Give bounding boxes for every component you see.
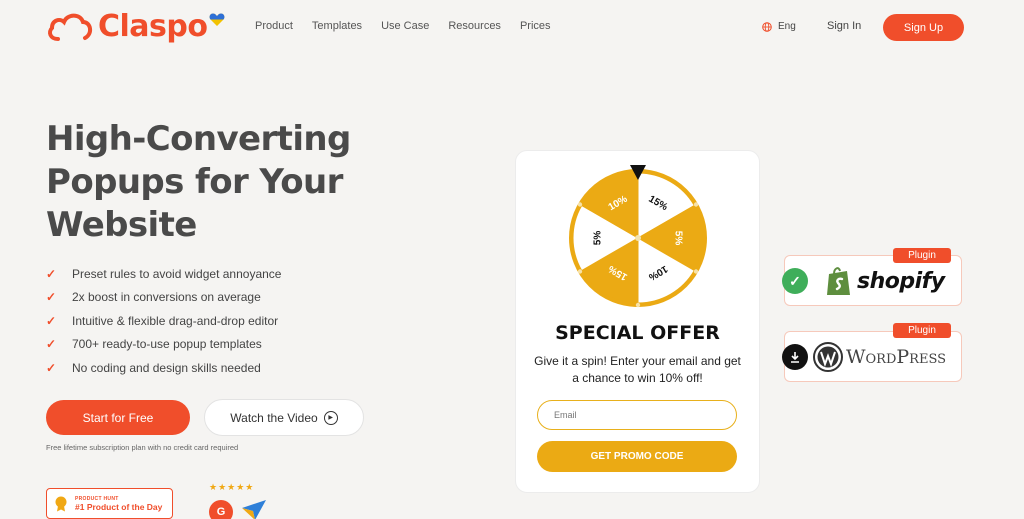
logo-text: Claspo [98, 9, 208, 44]
feature-text: Preset rules to avoid widget annoyance [72, 266, 282, 281]
shopify-bag-icon [827, 267, 850, 295]
check-icon: ✓ [46, 290, 57, 305]
feature-list: ✓ Preset rules to avoid widget annoyance … [46, 262, 281, 380]
main-nav: Product Templates Use Case Resources Pri… [255, 20, 570, 32]
offer-title: SPECIAL OFFER [555, 322, 720, 344]
offer-text: Give it a spin! Enter your email and get… [534, 354, 741, 385]
product-hunt-badge[interactable]: PRODUCT HUNT #1 Product of the Day [46, 488, 173, 519]
download-icon [782, 344, 808, 370]
product-hunt-text: PRODUCT HUNT #1 Product of the Day [75, 496, 162, 512]
check-icon: ✓ [46, 360, 57, 375]
subscription-note: Free lifetime subscription plan with no … [46, 443, 239, 452]
feature-item: ✓ Intuitive & flexible drag-and-drop edit… [46, 309, 281, 333]
plugin-tag: Plugin [893, 248, 951, 263]
feature-text: Intuitive & flexible drag-and-drop edito… [72, 313, 279, 328]
wheel-rim-dot [577, 269, 583, 274]
spin-wheel[interactable]: 15%5%10%15%5%10% [567, 165, 709, 310]
hero-title-line: Popups for Your [46, 162, 343, 202]
nav-resources[interactable]: Resources [448, 20, 501, 32]
product-hunt-title: #1 Product of the Day [75, 501, 163, 512]
sign-in-link[interactable]: Sign In [827, 20, 861, 32]
plugin-tag: Plugin [893, 323, 951, 338]
nav-use-case[interactable]: Use Case [381, 20, 429, 32]
wheel-segment-label: 5% [672, 231, 683, 246]
check-icon: ✓ [46, 337, 57, 352]
check-icon: ✓ [46, 266, 57, 281]
feature-text: 2x boost in conversions on average [72, 290, 261, 305]
nav-product[interactable]: Product [255, 20, 293, 32]
check-icon: ✓ [782, 268, 808, 294]
wheel-rim-dot [693, 269, 699, 274]
hero-title-line: Website [46, 205, 197, 245]
language-label: Eng [778, 21, 796, 32]
wordpress-logo-icon [813, 342, 843, 372]
get-promo-code-button[interactable]: GET PROMO CODE [537, 441, 737, 472]
language-selector[interactable]: Eng [762, 21, 796, 32]
check-icon: ✓ [46, 313, 57, 328]
globe-icon [762, 21, 772, 32]
logo[interactable]: Claspo [46, 9, 225, 44]
cloud-logo-icon [48, 13, 92, 41]
medal-icon [55, 496, 67, 511]
wheel-rim-dot [693, 202, 699, 207]
wheel-hub [635, 235, 641, 241]
email-input[interactable] [537, 400, 737, 430]
start-for-free-button[interactable]: Start for Free [46, 400, 190, 435]
feature-item: ✓ Preset rules to avoid widget annoyance [46, 262, 281, 286]
watch-video-label: Watch the Video [230, 410, 318, 425]
wheel-segment-label: 5% [593, 231, 604, 246]
hero-title: High-Converting Popups for Your Website [46, 118, 406, 247]
rating-stars: ★★★★★ [209, 482, 255, 492]
wheel-rim-dot [635, 302, 641, 308]
heart-flag-icon [209, 13, 224, 26]
play-icon: ▶ [323, 410, 338, 425]
feature-text: No coding and design skills needed [72, 360, 261, 375]
hero-title-line: High-Converting [46, 119, 351, 159]
feature-text: 700+ ready-to-use popup templates [72, 337, 262, 352]
feature-item: ✓ 2x boost in conversions on average [46, 286, 281, 310]
sign-up-button[interactable]: Sign Up [883, 14, 964, 41]
download-arrow-icon [791, 352, 799, 363]
shopify-wordmark: shopify [857, 269, 945, 294]
feature-item: ✓ 700+ ready-to-use popup templates [46, 333, 281, 357]
wheel-rim-dot [577, 202, 583, 207]
g2-logo-icon: G [209, 500, 233, 519]
wordpress-card[interactable]: WordPress [784, 331, 962, 382]
watch-video-button[interactable]: Watch the Video ▶ [204, 399, 364, 436]
nav-templates[interactable]: Templates [312, 20, 362, 32]
wordpress-wordmark: WordPress [846, 346, 947, 368]
capterra-logo-icon [242, 500, 266, 519]
header: Claspo Product Templates Use Case Resour… [0, 0, 1024, 55]
feature-item: ✓ No coding and design skills needed [46, 356, 281, 380]
nav-prices[interactable]: Prices [520, 20, 551, 32]
